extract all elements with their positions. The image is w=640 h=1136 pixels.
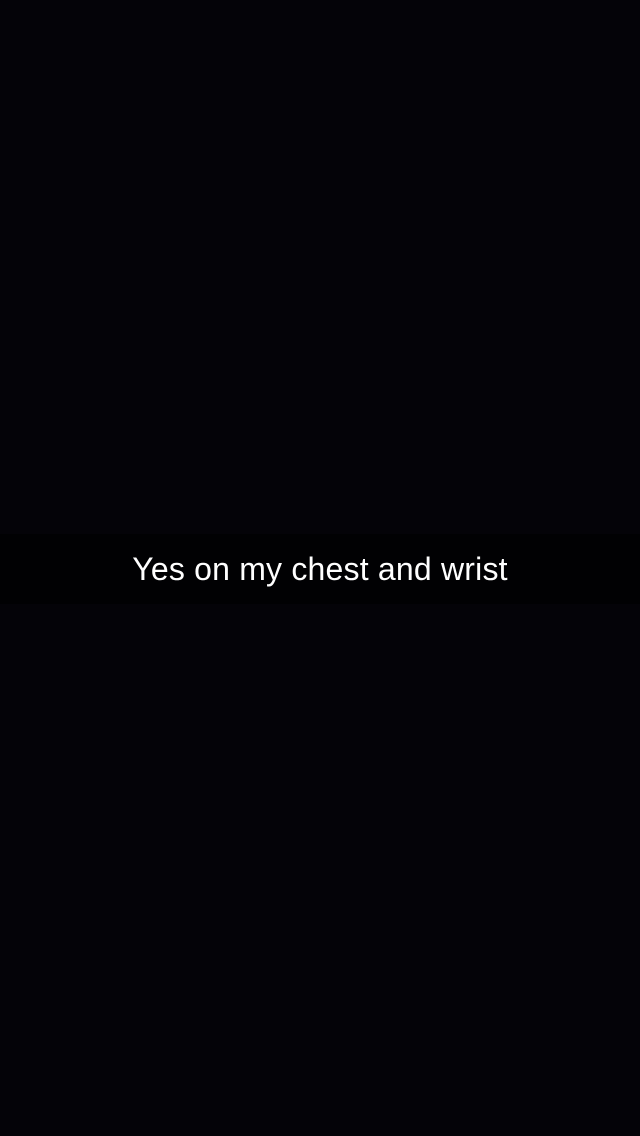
caption-bar[interactable]: Yes on my chest and wrist — [0, 534, 640, 604]
caption-text: Yes on my chest and wrist — [132, 550, 508, 587]
snap-photo-screen[interactable]: Yes on my chest and wrist — [0, 0, 640, 1136]
